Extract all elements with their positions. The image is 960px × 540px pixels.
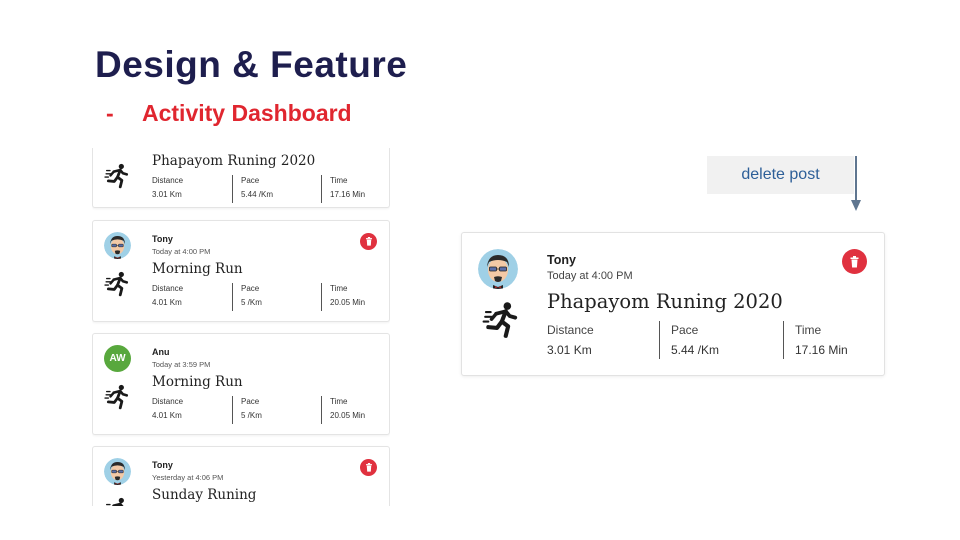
delete-post-callout: delete post — [707, 156, 854, 194]
stat-distance: Distance 4.01 Km — [152, 284, 184, 307]
runner-icon — [104, 163, 129, 189]
activity-title: Morning Run — [152, 374, 243, 390]
activity-stats: Distance 3.01 Km Pace 5.44 /Km Time 17.16 M… — [152, 175, 390, 203]
activity-stats: Distance 4.01 Km Pace 5 /Km Time 20.05 Min — [152, 396, 390, 424]
stat-distance: Distance 3.01 Km — [152, 176, 184, 199]
runner-icon — [104, 271, 129, 297]
avatar — [104, 232, 131, 259]
slide-subtitle: - Activity Dashboard — [106, 100, 352, 127]
activity-title: Phapayom Runing 2020 — [547, 290, 783, 313]
stat-time: Time 20.05 Min — [321, 283, 390, 311]
stat-time: Time 17.16 Min — [321, 175, 390, 203]
user-name: Anu — [152, 347, 170, 357]
stat-pace: Pace 5 /Km — [232, 396, 321, 424]
delete-post-button[interactable] — [842, 249, 867, 274]
runner-icon — [104, 497, 129, 506]
activity-title: Morning Run — [152, 261, 243, 277]
subtitle-dash: - — [106, 100, 114, 126]
user-name: Tony — [152, 234, 173, 244]
delete-button[interactable] — [360, 459, 377, 476]
activity-feed[interactable]: Phapayom Runing 2020 Distance 3.01 Km Pac… — [92, 148, 390, 506]
runner-icon — [104, 384, 129, 410]
trash-icon — [365, 463, 372, 472]
activity-card-detail[interactable]: Tony Today at 4:00 PM Phapayom Runing 20… — [461, 232, 885, 376]
post-time: Yesterday at 4:06 PM — [152, 473, 224, 482]
slide-title: Design & Feature — [95, 44, 408, 85]
stat-distance: Distance 3.01 Km — [547, 323, 594, 357]
activity-card[interactable]: Phapayom Runing 2020 Distance 3.01 Km Pac… — [92, 148, 390, 208]
avatar: AW — [104, 345, 131, 372]
post-time: Today at 3:59 PM — [152, 360, 211, 369]
activity-title: Sunday Runing — [152, 487, 257, 503]
stat-time: Time 20.05 Min — [321, 396, 390, 424]
activity-card[interactable]: Tony Yesterday at 4:06 PM Sunday Runing — [92, 446, 390, 506]
user-name: Tony — [152, 460, 173, 470]
activity-card[interactable]: Tony Today at 4:00 PM Morning Run Distan… — [92, 220, 390, 322]
stat-pace: Pace 5.44 /Km — [659, 321, 783, 359]
trash-icon — [850, 255, 859, 267]
avatar — [104, 458, 131, 485]
stat-pace: Pace 5.44 /Km — [232, 175, 321, 203]
trash-icon — [365, 237, 372, 246]
stat-pace: Pace 5 /Km — [232, 283, 321, 311]
post-time: Today at 4:00 PM — [547, 270, 633, 282]
avatar — [478, 249, 518, 289]
activity-stats: Distance 4.01 Km Pace 5 /Km Time 20.05 Min — [152, 283, 390, 311]
stat-distance: Distance 4.01 Km — [152, 397, 184, 420]
delete-button[interactable] — [360, 233, 377, 250]
activity-title: Phapayom Runing 2020 — [152, 153, 316, 169]
subtitle-text: Activity Dashboard — [142, 100, 352, 126]
stat-time: Time 17.16 Min — [783, 321, 907, 359]
post-time: Today at 4:00 PM — [152, 247, 211, 256]
runner-icon — [482, 301, 520, 339]
arrow-down-icon — [851, 156, 861, 211]
activity-card[interactable]: AW Anu Today at 3:59 PM Morning Run Dist… — [92, 333, 390, 435]
activity-stats: Distance 3.01 Km Pace 5.44 /Km Time 17.16 M… — [547, 321, 907, 359]
user-name: Tony — [547, 253, 576, 267]
